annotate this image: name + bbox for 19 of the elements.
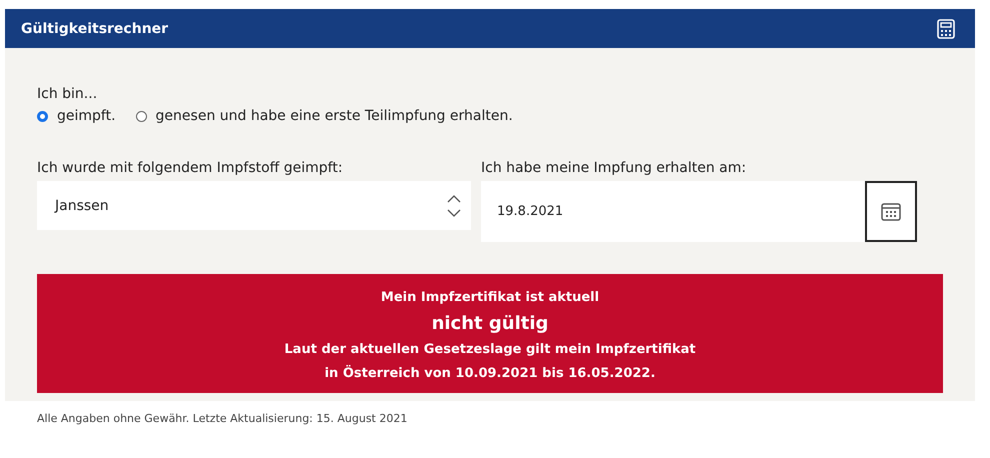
calculator-icon	[937, 18, 955, 38]
question-label: Ich bin...	[37, 86, 98, 102]
radio-button[interactable]	[37, 110, 48, 122]
field-label: Ich habe meine Impfung erhalten am:	[481, 160, 748, 176]
result-detail: Laut der aktuellen Gesetzeslage gilt mein Impfzertifikat	[283, 341, 697, 359]
radio-option[interactable]: geimpft.	[37, 108, 116, 124]
radio-option[interactable]: genesen und habe eine erste Teilimpfung erhalten.	[136, 108, 513, 124]
vaccine-select[interactable]: Janssen	[37, 181, 471, 230]
result-detail: in Österreich von 10.09.2021 bis 16.05.2022.	[324, 364, 656, 383]
calendar-icon	[881, 202, 901, 220]
date-field[interactable]: 19.8.2021	[481, 181, 865, 242]
field-label: Ich wurde mit folgendem Impfstoff geimpft:	[37, 160, 344, 176]
result-intro: Mein Impfzertifikat ist aktuell	[380, 289, 600, 307]
calendar-button[interactable]	[865, 181, 917, 242]
footer-note: Alle Angaben ohne Gewähr. Letzte Aktualisierung: 15. August 2021	[37, 412, 408, 425]
radio-button[interactable]	[136, 110, 147, 122]
up-down-chevron-icon	[447, 194, 461, 218]
result-verdict: nicht gültig	[430, 312, 550, 336]
header-title: Gültigkeitsrechner	[21, 20, 168, 36]
